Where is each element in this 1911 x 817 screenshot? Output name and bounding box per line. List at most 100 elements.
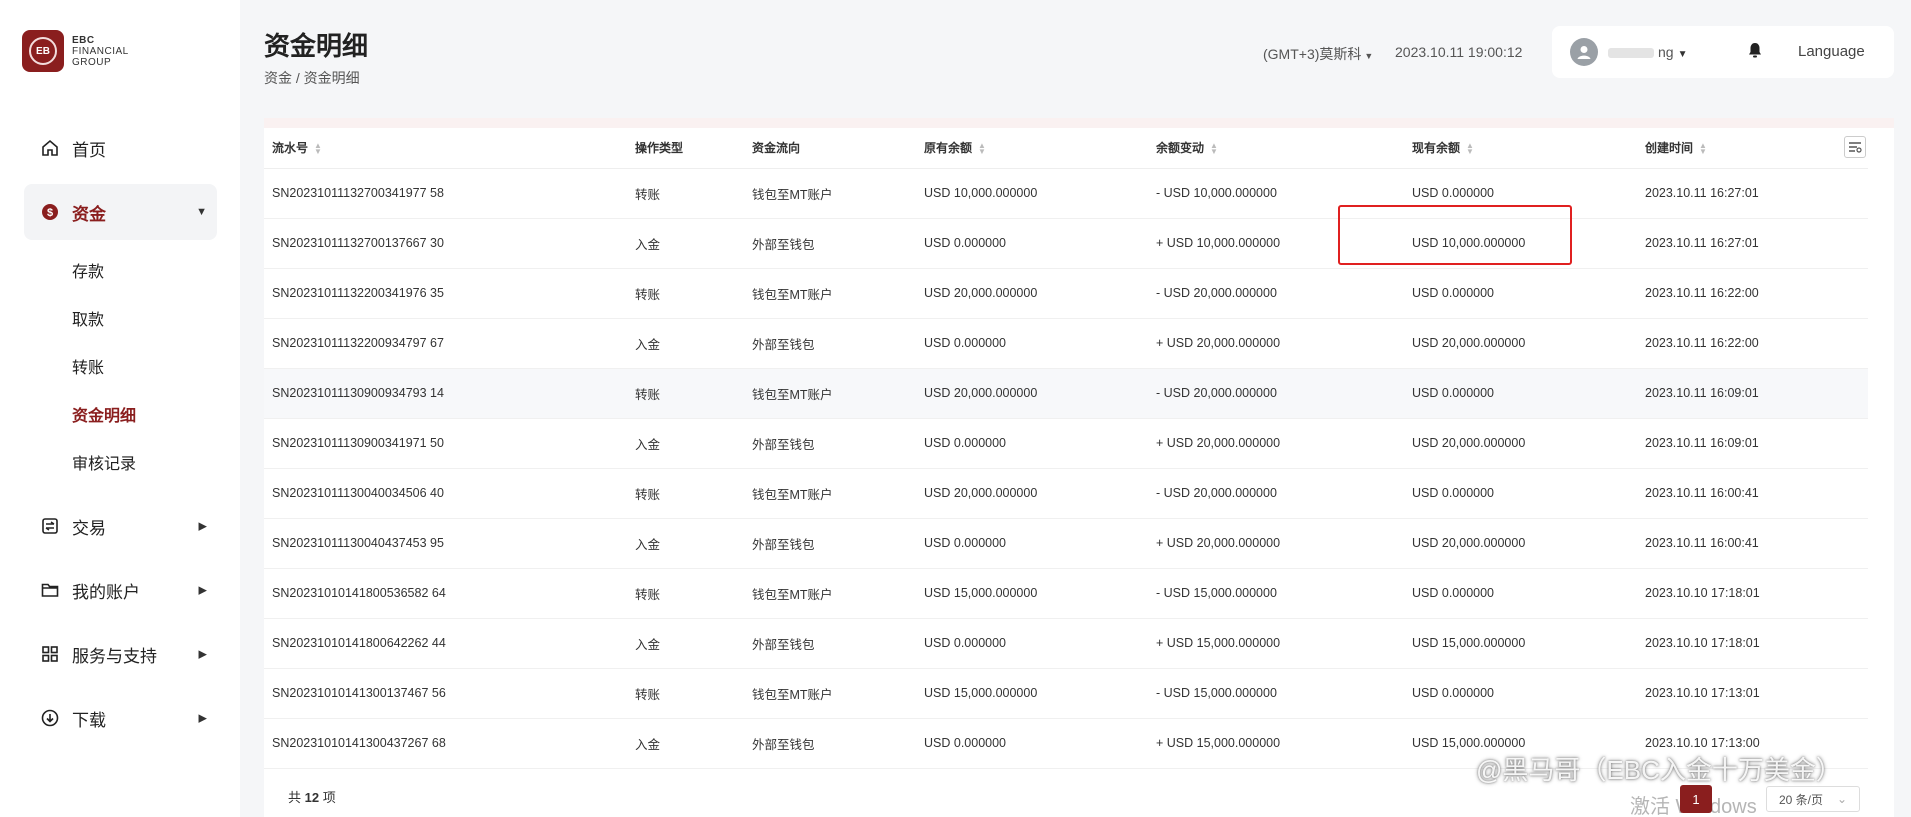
caret-right-icon: ▶ [198, 648, 207, 661]
cell-created-time: 2023.10.11 16:27:01 [1637, 218, 1868, 269]
bell-icon[interactable] [1747, 41, 1763, 64]
cell-created-time: 2023.10.11 16:09:01 [1637, 368, 1868, 419]
sort-icon[interactable]: ▲ ▼ [1210, 142, 1218, 156]
cell-created-time: 2023.10.11 16:22:00 [1637, 318, 1868, 369]
cell-serial: SN20231010141300437267 68 [264, 718, 627, 769]
submenu-deposit[interactable]: 存款 [24, 246, 217, 294]
cell-operation: 入金 [627, 318, 744, 369]
table-row[interactable]: SN20231011130040437453 95 入金 外部至钱包 USD 0.00… [264, 518, 1868, 569]
submenu-audit-records[interactable]: 审核记录 [24, 438, 217, 486]
cell-direction: 外部至钱包 [744, 618, 916, 669]
cell-balance-change: - USD 10,000.000000 [1148, 168, 1404, 219]
sort-icon[interactable]: ▲ ▼ [978, 142, 986, 156]
cell-created-time: 2023.10.11 16:27:01 [1637, 168, 1868, 219]
cell-balance-change: - USD 15,000.000000 [1148, 668, 1404, 719]
table-row[interactable]: SN20231011132200934797 67 入金 外部至钱包 USD 0.00… [264, 318, 1868, 369]
col-header-direction: 资金流向 [744, 128, 916, 169]
page-size-select[interactable]: 20 条/页 ⌄ [1766, 786, 1860, 812]
table-row[interactable]: SN20231010141300137467 56 转账 钱包至MT账户 USD 15… [264, 668, 1868, 719]
col-header-serial[interactable]: 流水号 ▲ ▼ [264, 128, 627, 169]
cell-serial: SN20231011132700137667 30 [264, 218, 627, 269]
sidebar-item-trade[interactable]: 交易 ▶ [24, 498, 217, 554]
avatar[interactable] [1570, 38, 1598, 66]
cell-original-balance: USD 0.000000 [916, 618, 1148, 669]
col-header-original-balance[interactable]: 原有余额 ▲ ▼ [916, 128, 1148, 169]
sidebar-item-home[interactable]: 首页 [24, 120, 217, 176]
cell-serial: SN20231010141800536582 64 [264, 568, 627, 619]
table-row[interactable]: SN20231011132200341976 35 转账 钱包至MT账户 USD 20… [264, 268, 1868, 319]
fund-details-table-card: 流水号 ▲ ▼ 操作类型 资金流向 原有余额 ▲ ▼ 余额变动 ▲ ▼ 现有余额 ▲ ▼ 创建时… [264, 118, 1894, 817]
cell-direction: 钱包至MT账户 [744, 468, 916, 519]
sidebar-item-service-support[interactable]: 服务与支持 ▶ [24, 626, 217, 682]
cell-operation: 转账 [627, 668, 744, 719]
cell-serial: SN20231011130040437453 95 [264, 518, 627, 569]
cell-serial: SN20231011132200341976 35 [264, 268, 627, 319]
cell-operation: 入金 [627, 418, 744, 469]
cell-original-balance: USD 15,000.000000 [916, 668, 1148, 719]
sidebar-item-funds[interactable]: $ 资金 ▼ [24, 184, 217, 240]
logo-line2: FINANCIAL [72, 45, 129, 57]
table-row[interactable]: SN20231010141800642262 44 入金 外部至钱包 USD 0.00… [264, 618, 1868, 669]
cell-current-balance: USD 15,000.000000 [1404, 618, 1637, 669]
cell-operation: 转账 [627, 268, 744, 319]
page-title: 资金明细 [264, 31, 369, 61]
col-header-balance-change[interactable]: 余额变动 ▲ ▼ [1148, 128, 1404, 169]
table-row[interactable]: SN20231011130900341971 50 入金 外部至钱包 USD 0.00… [264, 418, 1868, 469]
cell-current-balance: USD 0.000000 [1404, 468, 1637, 519]
cell-balance-change: - USD 20,000.000000 [1148, 468, 1404, 519]
cell-created-time: 2023.10.11 16:22:00 [1637, 268, 1868, 319]
table-row[interactable]: SN20231011130040034506 40 转账 钱包至MT账户 USD 20… [264, 468, 1868, 519]
cell-created-time: 2023.10.11 16:00:41 [1637, 468, 1868, 519]
sidebar-item-label: 资金 [72, 204, 106, 224]
cell-current-balance: USD 20,000.000000 [1404, 418, 1637, 469]
username-redacted [1608, 48, 1654, 59]
cell-operation: 转账 [627, 568, 744, 619]
cell-operation: 转账 [627, 368, 744, 419]
cell-current-balance: USD 0.000000 [1404, 368, 1637, 419]
ebc-logo-icon: EB [22, 30, 64, 72]
fund-details-table: 流水号 ▲ ▼ 操作类型 资金流向 原有余额 ▲ ▼ 余额变动 ▲ ▼ 现有余额 ▲ ▼ 创建时… [264, 128, 1868, 769]
sidebar-item-label: 交易 [72, 518, 106, 538]
sidebar-item-label: 首页 [72, 140, 106, 160]
user-bar: ng ▼ Language [1552, 26, 1894, 78]
language-selector[interactable]: Language [1798, 43, 1865, 60]
submenu-fund-details[interactable]: 资金明细 [24, 390, 217, 438]
cell-original-balance: USD 20,000.000000 [916, 468, 1148, 519]
table-row[interactable]: SN20231010141800536582 64 转账 钱包至MT账户 USD 15… [264, 568, 1868, 619]
cell-operation: 入金 [627, 618, 744, 669]
logo-line3: GROUP [72, 56, 112, 68]
cell-operation: 转账 [627, 168, 744, 219]
cell-current-balance: USD 20,000.000000 [1404, 518, 1637, 569]
submenu-withdraw[interactable]: 取款 [24, 294, 217, 342]
current-datetime: 2023.10.11 19:00:12 [1395, 44, 1523, 60]
pagination-page-1[interactable]: 1 [1680, 785, 1712, 813]
submenu-transfer[interactable]: 转账 [24, 342, 217, 390]
caret-right-icon: ▶ [198, 520, 207, 533]
caret-right-icon: ▶ [198, 712, 207, 725]
table-row[interactable]: SN20231011132700137667 30 入金 外部至钱包 USD 0.00… [264, 218, 1868, 269]
cell-created-time: 2023.10.10 17:18:01 [1637, 568, 1868, 619]
table-row[interactable]: SN20231011130900934793 14 转账 钱包至MT账户 USD 20… [264, 368, 1868, 419]
cell-current-balance: USD 0.000000 [1404, 568, 1637, 619]
cell-serial: SN20231010141800642262 44 [264, 618, 627, 669]
sort-icon[interactable]: ▲ ▼ [1466, 142, 1474, 156]
sidebar-item-download[interactable]: 下载 ▶ [24, 690, 217, 746]
cell-original-balance: USD 10,000.000000 [916, 168, 1148, 219]
grid-icon [40, 644, 60, 664]
sort-icon[interactable]: ▲ ▼ [1699, 142, 1707, 156]
sort-icon[interactable]: ▲ ▼ [314, 142, 322, 156]
total-count: 共 12 项 [288, 790, 336, 805]
username-menu[interactable]: ng ▼ [1608, 44, 1688, 60]
cell-operation: 入金 [627, 218, 744, 269]
col-header-current-balance[interactable]: 现有余额 ▲ ▼ [1404, 128, 1637, 169]
col-header-created-time[interactable]: 创建时间 ▲ ▼ [1637, 128, 1868, 169]
timezone-select[interactable]: (GMT+3)莫斯科 ▼ [1263, 44, 1373, 64]
logo[interactable]: EB EBC FINANCIAL GROUP [22, 30, 129, 72]
breadcrumb[interactable]: 资金 / 资金明细 [264, 68, 360, 88]
timezone-label: (GMT+3)莫斯科 [1263, 46, 1362, 62]
trade-icon [40, 516, 60, 536]
cell-operation: 入金 [627, 518, 744, 569]
table-row[interactable]: SN20231011132700341977 58 转账 钱包至MT账户 USD 10… [264, 168, 1868, 219]
cell-original-balance: USD 20,000.000000 [916, 368, 1148, 419]
sidebar-item-my-account[interactable]: 我的账户 ▶ [24, 562, 217, 618]
